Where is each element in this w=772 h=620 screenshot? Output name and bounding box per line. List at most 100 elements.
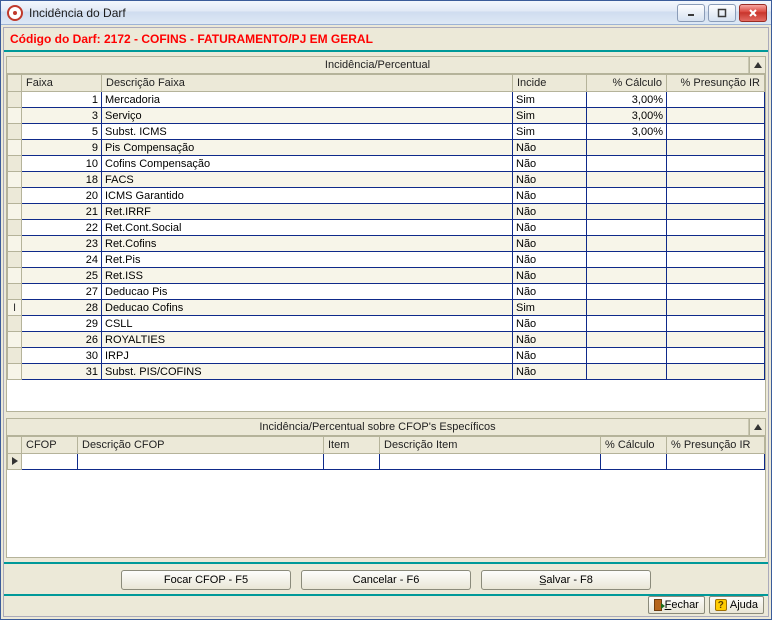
cell-calculo[interactable]: 3,00% (587, 108, 667, 124)
table-row[interactable]: 21Ret.IRRFNão (8, 204, 765, 220)
cell-faixa[interactable]: 18 (22, 172, 102, 188)
cell-calculo[interactable] (587, 348, 667, 364)
cell-faixa[interactable]: 26 (22, 332, 102, 348)
cell-incide[interactable]: Não (513, 236, 587, 252)
cell-faixa[interactable]: 27 (22, 284, 102, 300)
cell-faixa[interactable]: 21 (22, 204, 102, 220)
col-faixa[interactable]: Faixa (22, 75, 102, 92)
cell-calculo[interactable] (587, 220, 667, 236)
table-row[interactable]: 24Ret.PisNão (8, 252, 765, 268)
cell-incide[interactable]: Sim (513, 108, 587, 124)
cell-calculo[interactable] (587, 252, 667, 268)
cell-presuncao[interactable] (667, 108, 765, 124)
cell-faixa[interactable]: 10 (22, 156, 102, 172)
cell-faixa[interactable]: 9 (22, 140, 102, 156)
table-row[interactable]: 30IRPJNão (8, 348, 765, 364)
cell-incide[interactable]: Não (513, 204, 587, 220)
table-row[interactable]: 31Subst. PIS/COFINSNão (8, 364, 765, 380)
cell-descricao[interactable]: Ret.Cont.Social (102, 220, 513, 236)
cell-calculo[interactable] (587, 236, 667, 252)
cell-descricao[interactable]: Serviço (102, 108, 513, 124)
cell[interactable] (667, 454, 765, 470)
cell-presuncao[interactable] (667, 268, 765, 284)
cell-descricao[interactable]: Pis Compensação (102, 140, 513, 156)
cell-descricao[interactable]: ROYALTIES (102, 332, 513, 348)
cell-calculo[interactable] (587, 172, 667, 188)
cell[interactable] (380, 454, 601, 470)
cell-presuncao[interactable] (667, 188, 765, 204)
cell-descricao[interactable]: Mercadoria (102, 92, 513, 108)
cell-calculo[interactable] (587, 300, 667, 316)
cell[interactable] (78, 454, 324, 470)
table-row[interactable]: 10Cofins CompensaçãoNão (8, 156, 765, 172)
cell-incide[interactable]: Não (513, 284, 587, 300)
collapse-toggle[interactable] (749, 57, 765, 73)
cell-calculo[interactable]: 3,00% (587, 92, 667, 108)
cell-incide[interactable]: Não (513, 140, 587, 156)
table-row[interactable]: 9Pis CompensaçãoNão (8, 140, 765, 156)
cell-faixa[interactable]: 1 (22, 92, 102, 108)
minimize-button[interactable] (677, 4, 705, 22)
cell[interactable] (324, 454, 380, 470)
cell-presuncao[interactable] (667, 92, 765, 108)
cell-presuncao[interactable] (667, 332, 765, 348)
focar-cfop-button[interactable]: Focar CFOP - F5 (121, 570, 291, 590)
cell-presuncao[interactable] (667, 252, 765, 268)
cell-calculo[interactable] (587, 284, 667, 300)
cell-calculo[interactable] (587, 204, 667, 220)
maximize-button[interactable] (708, 4, 736, 22)
cell-calculo[interactable] (587, 268, 667, 284)
collapse-toggle[interactable] (749, 419, 765, 435)
cell-descricao[interactable]: Ret.IRRF (102, 204, 513, 220)
ajuda-button[interactable]: ? Ajuda (709, 596, 764, 614)
fechar-button[interactable]: Fechar (648, 596, 705, 614)
table-row[interactable]: 5Subst. ICMSSim3,00% (8, 124, 765, 140)
cell-presuncao[interactable] (667, 220, 765, 236)
table-row[interactable]: 27Deducao PisNão (8, 284, 765, 300)
col-incide[interactable]: Incide (513, 75, 587, 92)
cfop-input-cell[interactable] (22, 454, 78, 470)
cell-faixa[interactable]: 3 (22, 108, 102, 124)
cell-calculo[interactable] (587, 156, 667, 172)
cell-incide[interactable]: Não (513, 364, 587, 380)
cell-incide[interactable]: Sim (513, 92, 587, 108)
cell-calculo[interactable]: 3,00% (587, 124, 667, 140)
table-row[interactable]: 1MercadoriaSim3,00% (8, 92, 765, 108)
cell-faixa[interactable]: 30 (22, 348, 102, 364)
table-row[interactable]: 20ICMS GarantidoNão (8, 188, 765, 204)
cell-faixa[interactable]: 20 (22, 188, 102, 204)
table-row[interactable]: 22Ret.Cont.SocialNão (8, 220, 765, 236)
cell-descricao[interactable]: CSLL (102, 316, 513, 332)
col-calculo[interactable]: % Cálculo (587, 75, 667, 92)
cell-incide[interactable]: Não (513, 156, 587, 172)
cell-incide[interactable]: Não (513, 316, 587, 332)
cell-descricao[interactable]: Ret.Cofins (102, 236, 513, 252)
cell-incide[interactable]: Sim (513, 300, 587, 316)
cell-faixa[interactable]: 5 (22, 124, 102, 140)
cell-faixa[interactable]: 25 (22, 268, 102, 284)
cell-faixa[interactable]: 31 (22, 364, 102, 380)
cell-descricao[interactable]: Deducao Pis (102, 284, 513, 300)
cell-presuncao[interactable] (667, 204, 765, 220)
cell-calculo[interactable] (587, 316, 667, 332)
cell-calculo[interactable] (587, 332, 667, 348)
col-descricao-item[interactable]: Descrição Item (380, 437, 601, 454)
cell-presuncao[interactable] (667, 284, 765, 300)
cell-incide[interactable]: Sim (513, 124, 587, 140)
cell-descricao[interactable]: Deducao Cofins (102, 300, 513, 316)
cell-descricao[interactable]: Subst. ICMS (102, 124, 513, 140)
cell-presuncao[interactable] (667, 300, 765, 316)
cancelar-button[interactable]: Cancelar - F6 (301, 570, 471, 590)
cell-presuncao[interactable] (667, 348, 765, 364)
col-item[interactable]: Item (324, 437, 380, 454)
cell-faixa[interactable]: 23 (22, 236, 102, 252)
cell-faixa[interactable]: 28 (22, 300, 102, 316)
cell-faixa[interactable]: 24 (22, 252, 102, 268)
cell-descricao[interactable]: Ret.Pis (102, 252, 513, 268)
grid-cfop[interactable]: CFOP Descrição CFOP Item Descrição Item … (6, 436, 766, 558)
cell-presuncao[interactable] (667, 124, 765, 140)
cell-calculo[interactable] (587, 364, 667, 380)
cell-faixa[interactable]: 29 (22, 316, 102, 332)
cell-presuncao[interactable] (667, 156, 765, 172)
cell-presuncao[interactable] (667, 140, 765, 156)
